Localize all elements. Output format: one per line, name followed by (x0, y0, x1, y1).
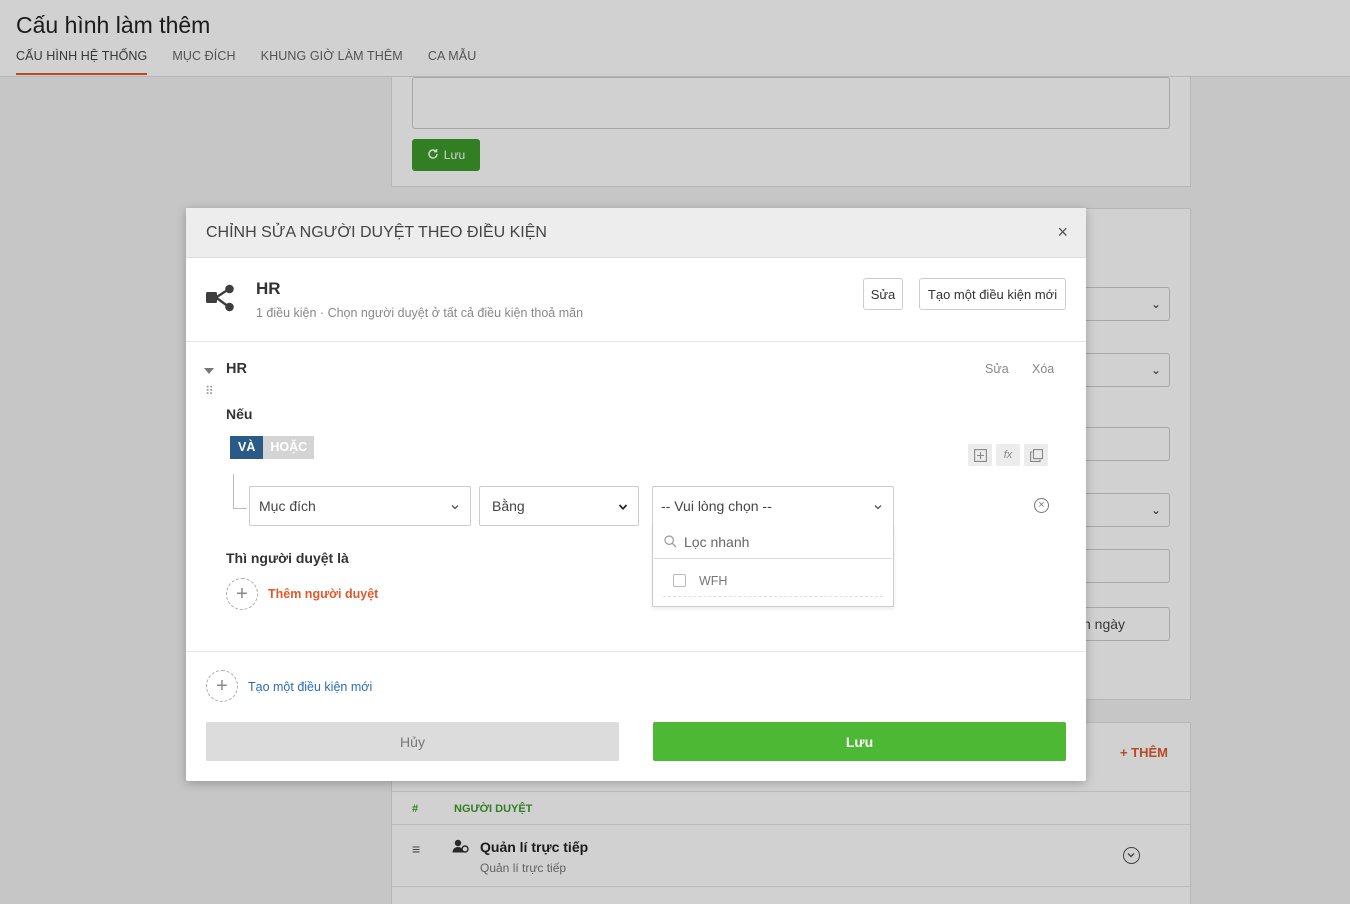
logic-or-button[interactable]: HOẶC (263, 436, 315, 459)
condition-block: HR ⠿ Sửa Xóa Nếu VÀ HOẶC fx Mục đích Bằn… (186, 342, 1086, 652)
value-select[interactable]: -- Vui lòng chọn -- (652, 486, 894, 526)
condition-name: HR (226, 361, 247, 377)
condition-field-select[interactable]: Mục đích (249, 486, 471, 526)
add-approver-link[interactable]: Thêm người duyệt (268, 587, 378, 601)
if-label: Nếu (226, 406, 253, 422)
caret-down-icon[interactable] (204, 368, 214, 374)
group-description: 1 điều kiện · Chọn người duyệt ở tất cả … (256, 306, 584, 320)
logic-and-button[interactable]: VÀ (230, 436, 264, 459)
edit-group-button[interactable]: Sửa (863, 278, 903, 310)
edit-condition-link[interactable]: Sửa (985, 362, 1009, 376)
chevron-down-icon (618, 499, 628, 515)
modal-header: CHỈNH SỬA NGƯỜI DUYỆT THEO ĐIỀU KIỆN × (186, 208, 1086, 258)
quick-filter-input[interactable]: Lọc nhanh (654, 525, 892, 559)
delete-condition-link[interactable]: Xóa (1032, 362, 1054, 376)
new-condition-button[interactable]: Tạo một điều kiện mới (919, 278, 1066, 310)
add-condition-link[interactable]: Tạo một điều kiện mới (248, 680, 372, 694)
copy-icon[interactable] (1024, 444, 1048, 466)
formula-icon[interactable]: fx (996, 444, 1020, 466)
edit-approver-modal: CHỈNH SỬA NGƯỜI DUYỆT THEO ĐIỀU KIỆN × H… (186, 208, 1086, 781)
modal-title: CHỈNH SỬA NGƯỜI DUYỆT THEO ĐIỀU KIỆN (206, 224, 547, 241)
logic-toggle: VÀ HOẶC (230, 436, 315, 459)
chevron-down-icon (450, 499, 460, 515)
dropdown-option[interactable]: WFH (663, 565, 883, 597)
search-icon (664, 535, 677, 551)
cancel-button[interactable]: Hủy (206, 722, 619, 761)
operator-select[interactable]: Bằng (479, 486, 639, 526)
add-approver-plus-icon[interactable]: + (226, 578, 258, 610)
condition-field-value: Mục đích (259, 498, 316, 514)
condition-tools: fx (968, 444, 1048, 466)
value-dropdown-menu: Lọc nhanh WFH (652, 525, 894, 607)
tree-connector (233, 474, 247, 509)
remove-rule-icon[interactable]: × (1034, 498, 1049, 513)
save-button[interactable]: Lưu (653, 722, 1066, 761)
quick-filter-placeholder: Lọc nhanh (684, 534, 750, 550)
close-icon[interactable]: × (1057, 222, 1068, 243)
operator-value: Bằng (492, 498, 525, 514)
add-rule-icon[interactable] (968, 444, 992, 466)
share-node-icon (206, 284, 236, 317)
group-name: HR (256, 279, 281, 298)
then-approver-label: Thì người duyệt là (226, 550, 349, 566)
drag-handle-icon[interactable]: ⠿ (205, 385, 214, 397)
option-checkbox[interactable] (673, 574, 686, 587)
value-placeholder: -- Vui lòng chọn -- (661, 498, 772, 514)
chevron-down-icon (873, 499, 883, 515)
add-condition-plus-icon[interactable]: + (206, 670, 238, 702)
group-info: HR 1 điều kiện · Chọn người duyệt ở tất … (186, 258, 1086, 342)
option-label: WFH (699, 574, 728, 588)
